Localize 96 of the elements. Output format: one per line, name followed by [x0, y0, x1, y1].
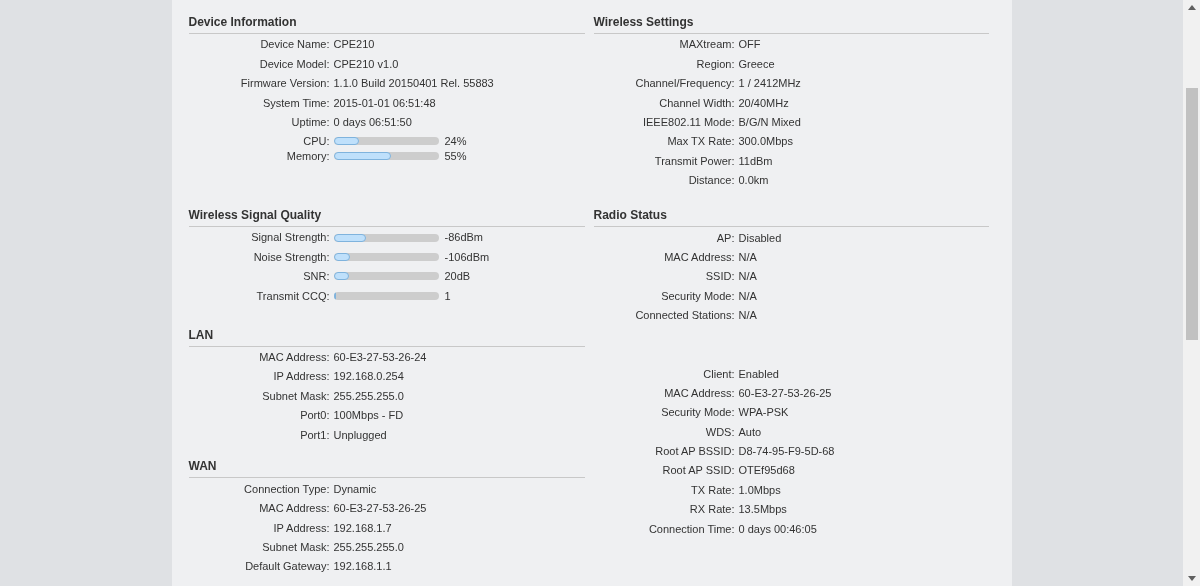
- field-label: Signal Strength:: [250, 230, 331, 246]
- field-value: 192.168.1.1: [333, 559, 392, 575]
- field-label: Region:: [695, 56, 736, 72]
- field-value: Auto: [738, 424, 762, 440]
- field-value: 2015-01-01 06:51:48: [333, 95, 436, 111]
- field-value: 20dB: [444, 269, 471, 285]
- field-label: Connection Type:: [243, 481, 331, 497]
- scroll-up-icon[interactable]: [1187, 5, 1196, 10]
- field-value: 55%: [444, 149, 467, 165]
- field-value: -106dBm: [444, 249, 490, 265]
- field-value: Unplugged: [333, 427, 387, 443]
- field-label: Max TX Rate:: [666, 134, 736, 150]
- field-value: CPE210: [333, 37, 375, 53]
- field-label: Security Mode:: [660, 405, 736, 421]
- field-label: Firmware Version:: [239, 76, 331, 92]
- field-value: 60-E3-27-53-26-25: [738, 385, 832, 401]
- field-label: Distance:: [687, 173, 736, 189]
- field-label: Connection Time:: [647, 521, 736, 537]
- field-value: 1 / 2412MHz: [738, 76, 801, 92]
- field-label: Device Name:: [259, 37, 331, 53]
- field-label: SNR:: [302, 269, 331, 285]
- field-value: 60-E3-27-53-26-25: [333, 501, 427, 517]
- field-label: Root AP BSSID:: [654, 444, 736, 460]
- field-label: Port0:: [299, 408, 331, 424]
- field-label: Default Gateway:: [244, 559, 331, 575]
- field-label: Transmit CCQ:: [255, 288, 331, 304]
- field-label: MAC Address:: [258, 501, 331, 517]
- field-label: TX Rate:: [690, 482, 736, 498]
- field-label: MAC Address:: [663, 385, 736, 401]
- field-label: MAC Address:: [258, 349, 331, 365]
- field-value: D8-74-95-F9-5D-68: [738, 444, 835, 460]
- field-label: Device Model:: [258, 56, 331, 72]
- field-label: Connected Stations:: [634, 308, 736, 324]
- field-value: 300.0Mbps: [738, 134, 793, 150]
- field-value: 11dBm: [738, 153, 773, 169]
- field-value: 24%: [444, 134, 467, 150]
- field-label: MAC Address:: [663, 249, 736, 265]
- field-value: 255.255.255.0: [333, 540, 404, 556]
- field-value: 1.1.0 Build 20150401 Rel. 55883: [333, 76, 494, 92]
- field-label: CPU:: [302, 134, 331, 150]
- field-value: OTEf95d68: [738, 463, 795, 479]
- field-value: Dynamic: [333, 481, 377, 497]
- field-label: Security Mode:: [660, 288, 736, 304]
- field-label: Port1:: [299, 427, 331, 443]
- field-label: System Time:: [261, 95, 331, 111]
- field-value: 192.168.1.7: [333, 520, 392, 536]
- field-label: WDS:: [704, 424, 736, 440]
- field-value: Enabled: [738, 366, 779, 382]
- section-heading: Wireless Settings: [593, 14, 989, 34]
- scrollbar[interactable]: [1183, 0, 1200, 586]
- field-label: Uptime:: [290, 115, 331, 130]
- field-label: SSID:: [704, 269, 736, 285]
- field-label: Subnet Mask:: [261, 388, 331, 404]
- field-label: Client:: [702, 366, 736, 382]
- section-heading: Radio Status: [593, 207, 989, 228]
- scrollbar-thumb[interactable]: [1185, 88, 1198, 340]
- field-label: IP Address:: [272, 520, 331, 536]
- section-heading: Device Information: [188, 14, 585, 34]
- scroll-down-icon[interactable]: [1187, 576, 1196, 581]
- field-label: Root AP SSID:: [661, 463, 736, 479]
- field-label: Channel/Frequency:: [634, 76, 736, 92]
- field-label: Subnet Mask:: [261, 540, 331, 556]
- field-value: N/A: [738, 288, 757, 304]
- field-value: N/A: [738, 308, 757, 324]
- field-value: 192.168.0.254: [333, 369, 404, 385]
- field-value: 1: [444, 288, 451, 304]
- field-label: IP Address:: [272, 369, 331, 385]
- field-value: OFF: [738, 37, 761, 53]
- field-label: Noise Strength:: [252, 249, 331, 265]
- section-heading: LAN: [188, 326, 585, 347]
- field-label: MAXtream:: [678, 37, 736, 53]
- field-label: AP:: [715, 230, 736, 246]
- field-value: 1.0Mbps: [738, 482, 781, 498]
- field-value: Greece: [738, 56, 775, 72]
- field-value: WPA-PSK: [738, 405, 789, 421]
- field-label: RX Rate:: [688, 502, 736, 518]
- section-heading: WAN: [188, 458, 585, 479]
- field-label: Channel Width:: [658, 95, 736, 111]
- field-value: 0.0km: [738, 173, 769, 189]
- field-value: 20/40MHz: [738, 95, 789, 111]
- field-label: Transmit Power:: [653, 153, 736, 169]
- field-value: 13.5Mbps: [738, 502, 787, 518]
- field-value: N/A: [738, 269, 757, 285]
- field-value: 0 days 06:51:50: [333, 115, 412, 130]
- field-label: Memory:: [285, 149, 331, 165]
- field-value: N/A: [738, 249, 757, 265]
- field-value: B/G/N Mixed: [738, 115, 801, 130]
- field-label: IEEE802.11 Mode:: [641, 115, 736, 130]
- field-value: 0 days 00:46:05: [738, 521, 817, 537]
- field-value: 60-E3-27-53-26-24: [333, 349, 427, 365]
- field-value: 255.255.255.0: [333, 388, 404, 404]
- field-value: CPE210 v1.0: [333, 56, 399, 72]
- field-value: Disabled: [738, 230, 782, 246]
- field-value: -86dBm: [444, 230, 484, 246]
- field-value: 100Mbps - FD: [333, 408, 404, 424]
- section-heading: Wireless Signal Quality: [188, 206, 585, 227]
